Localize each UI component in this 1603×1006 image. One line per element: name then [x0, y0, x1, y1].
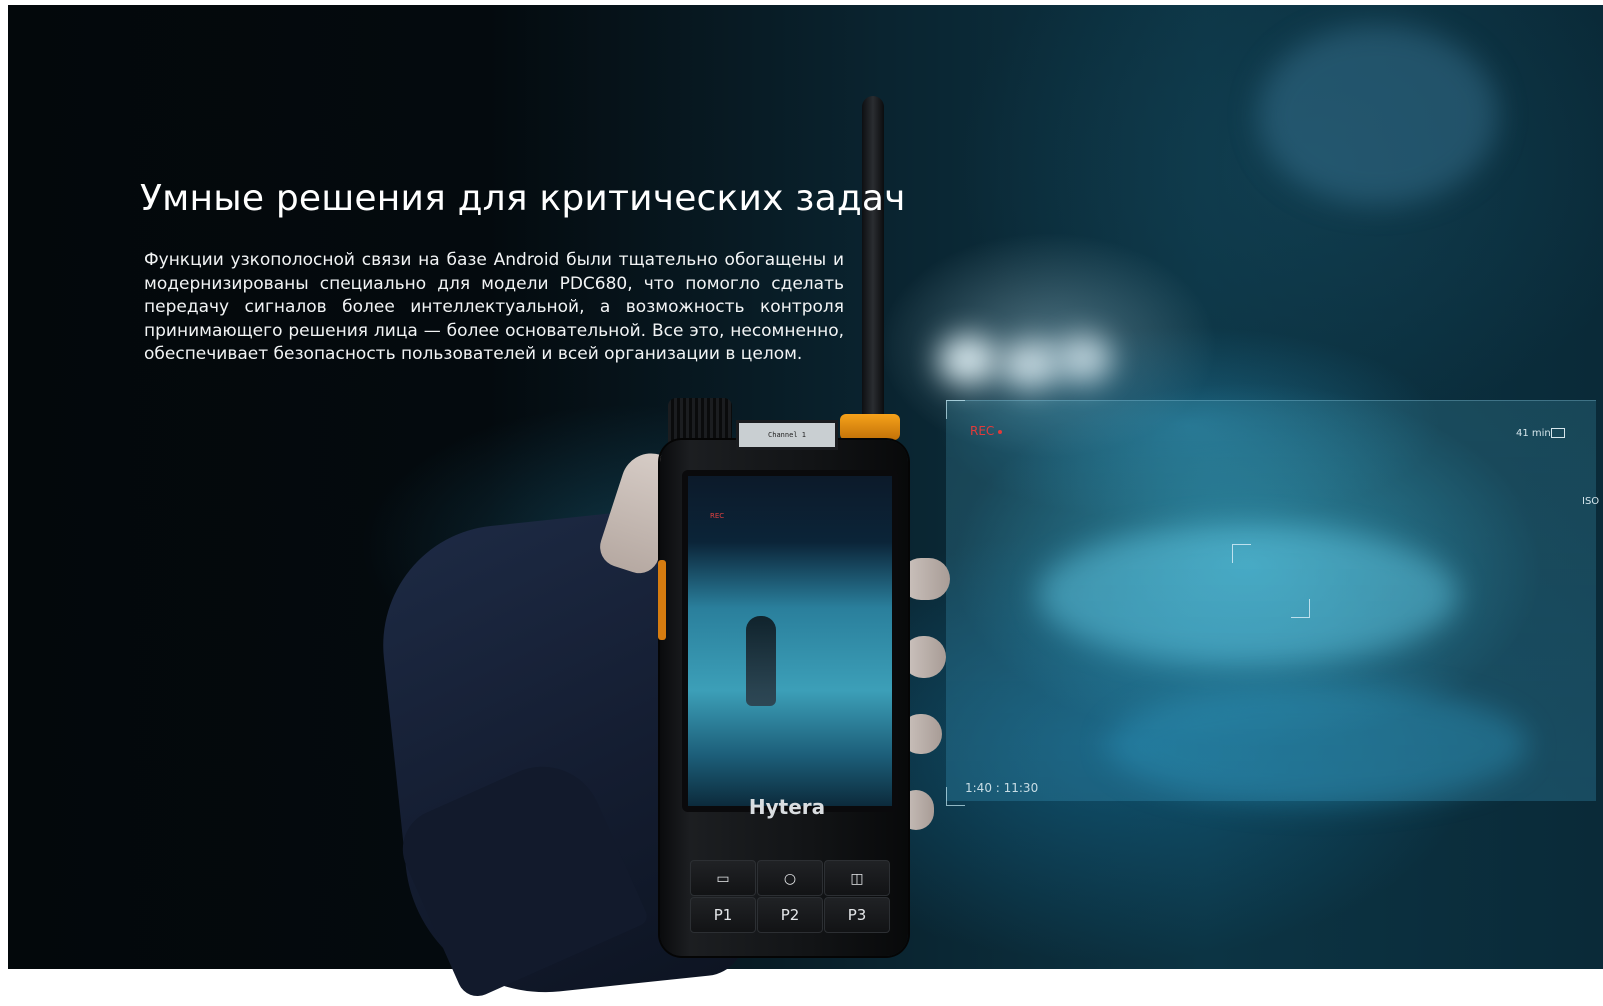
rec-indicator: REC	[970, 424, 1003, 438]
keypad: ▭ ○ ◫ P1 P2 P3	[690, 860, 890, 933]
rec-dot-icon	[998, 429, 1003, 434]
brand-logo: Hytera	[748, 795, 826, 819]
frame-corner	[1232, 544, 1251, 563]
timecode: 1:40 : 11:30	[965, 781, 1039, 795]
device-screen: REC	[682, 470, 898, 812]
rec-text: REC	[970, 424, 995, 438]
iso-label: ISO	[1582, 496, 1600, 507]
bokeh-light	[1000, 341, 1060, 389]
p3-key: P3	[824, 897, 890, 933]
home-key: ○	[757, 860, 823, 896]
p1-key: P1	[690, 897, 756, 933]
hero-description: Функции узкополосной связи на базе Andro…	[144, 250, 844, 364]
remaining-time: 41 min	[1516, 428, 1551, 439]
top-display: Channel 1	[736, 420, 838, 450]
focus-box	[1232, 544, 1310, 618]
page: REC 41 min ISO 1:40 : 11:30 Channel 1 RE…	[0, 0, 1603, 1006]
frame-corner	[946, 400, 965, 419]
bokeh-foliage	[1258, 25, 1498, 205]
p2-key: P2	[757, 897, 823, 933]
radio-antenna	[862, 96, 884, 426]
screen-rec-label: REC	[710, 512, 725, 520]
battery-icon	[1551, 428, 1565, 438]
bokeh-light	[938, 335, 998, 385]
menu-key-icon: ◫	[850, 871, 864, 887]
frame-corner	[1291, 599, 1310, 618]
finger	[902, 636, 946, 678]
back-key: ▭	[690, 860, 756, 896]
bokeh-light	[1056, 335, 1112, 383]
side-button	[658, 560, 666, 640]
antenna-collar	[840, 414, 900, 440]
screen-person	[746, 616, 776, 706]
home-circle-icon: ○	[783, 871, 797, 887]
menu-key: ◫	[824, 860, 890, 896]
back-key-icon: ▭	[716, 871, 730, 887]
frame-corner	[946, 787, 965, 806]
channel-knob	[668, 398, 732, 446]
hero-headline: Умные решения для критических задач	[140, 178, 906, 219]
